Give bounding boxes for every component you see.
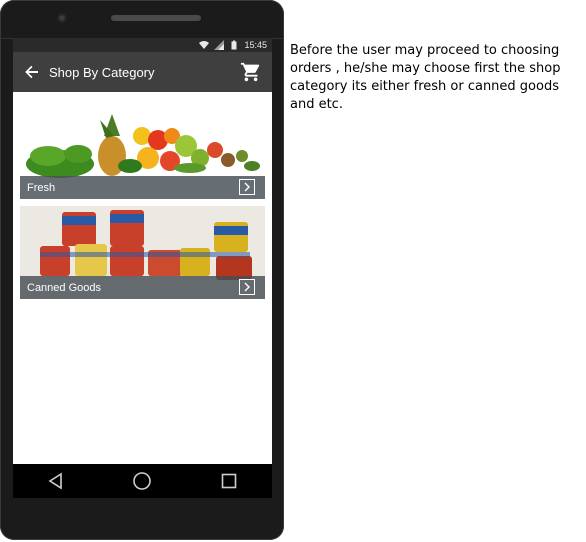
system-nav-bar	[13, 464, 272, 498]
nav-back-button[interactable]	[44, 469, 68, 493]
nav-home-button[interactable]	[130, 469, 154, 493]
chevron-right-icon	[239, 179, 255, 195]
nav-recents-button[interactable]	[217, 469, 241, 493]
status-time: 15:45	[244, 40, 267, 50]
phone-top-bezel	[0, 0, 284, 39]
category-label-fresh: Fresh	[27, 181, 56, 194]
signal-icon	[214, 40, 225, 50]
description-text: Before the user may proceed to choosing …	[290, 43, 561, 112]
recents-square-icon	[221, 473, 237, 489]
earpiece-speaker	[111, 15, 201, 21]
back-triangle-icon	[48, 472, 62, 490]
battery-icon	[231, 40, 237, 50]
phone-frame: 15:45 Shop By Category Fresh Canned Good…	[0, 0, 284, 540]
status-bar: 15:45	[13, 38, 272, 52]
cart-icon	[240, 62, 260, 82]
category-label-bar: Canned Goods	[20, 276, 265, 299]
home-circle-icon	[133, 472, 152, 490]
app-bar: Shop By Category	[13, 52, 272, 92]
category-card-fresh[interactable]: Fresh	[20, 106, 265, 199]
page-title: Shop By Category	[49, 64, 155, 80]
phone-bottom-bezel	[0, 498, 284, 540]
front-camera	[57, 13, 67, 23]
category-list: Fresh Canned Goods	[13, 92, 272, 464]
chevron-right-icon	[239, 279, 255, 295]
cart-button[interactable]	[240, 61, 262, 83]
category-label-bar: Fresh	[20, 176, 265, 199]
wifi-icon	[199, 41, 210, 49]
arrow-left-icon	[25, 65, 38, 79]
phone-screen: 15:45 Shop By Category Fresh Canned Good…	[13, 38, 272, 498]
category-card-canned-goods[interactable]: Canned Goods	[20, 206, 265, 299]
back-button[interactable]	[17, 52, 47, 92]
category-label-canned-goods: Canned Goods	[27, 281, 101, 294]
